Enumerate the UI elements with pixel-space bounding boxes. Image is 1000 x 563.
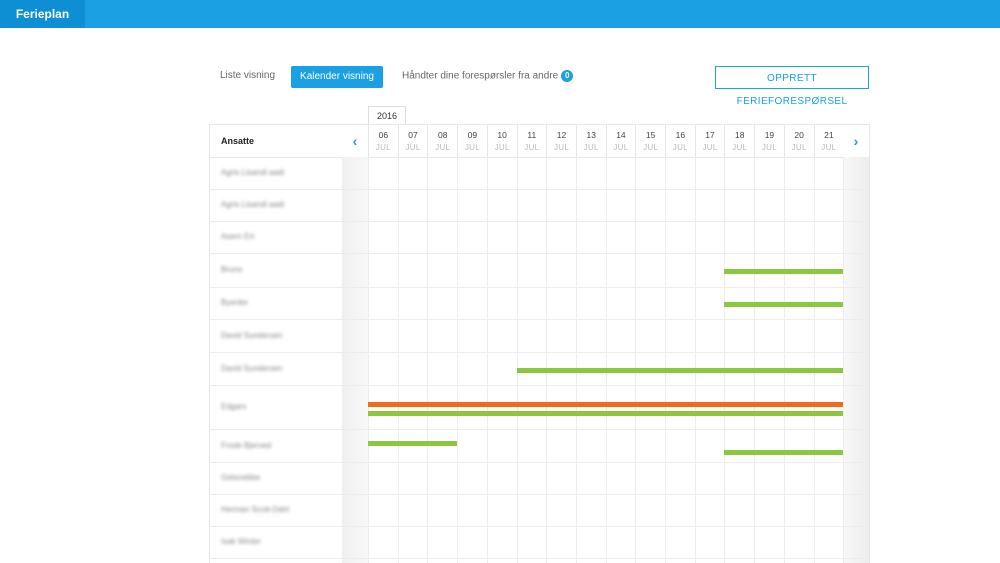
- employee-row[interactable]: Getsnebbe: [210, 463, 869, 495]
- day-month: JUL: [405, 143, 421, 152]
- day-number: 16: [675, 130, 686, 140]
- vacation-bar-approved[interactable]: [724, 449, 844, 455]
- employee-name: Agris Lisandi aadi: [221, 200, 285, 209]
- employee-name: Isak Winter: [221, 537, 262, 546]
- vacation-bar-approved[interactable]: [368, 440, 458, 446]
- day-header: 21 JUL: [813, 125, 844, 157]
- day-number: 17: [705, 130, 715, 140]
- list-view-tab[interactable]: Liste visning: [220, 70, 275, 81]
- day-month: JUL: [643, 143, 659, 152]
- app-title[interactable]: Ferieplan: [0, 0, 85, 28]
- day-header: 11 JUL: [516, 125, 547, 157]
- employee-name: David Sundersen: [221, 330, 283, 340]
- day-number: 07: [408, 130, 418, 140]
- employee-name: David Sundersen: [221, 363, 283, 373]
- vacation-bar-approved[interactable]: [368, 411, 844, 416]
- day-month: JUL: [761, 143, 777, 152]
- day-header: 15 JUL: [635, 125, 665, 157]
- day-header: 19 JUL: [754, 125, 784, 157]
- day-month: JUL: [524, 143, 540, 152]
- top-bar: Ferieplan: [0, 0, 1000, 28]
- day-number: 08: [438, 130, 448, 140]
- day-month: JUL: [732, 143, 748, 152]
- day-month: JUL: [435, 143, 451, 152]
- day-header: 18 JUL: [724, 125, 754, 157]
- employee-name: Byenke: [221, 298, 248, 307]
- vacation-bar-approved[interactable]: [724, 269, 844, 274]
- employee-row[interactable]: Asern Ert: [210, 222, 869, 254]
- employee-name: Herman Scott-Dahl: [221, 505, 290, 514]
- day-header: 13 JUL: [575, 125, 606, 157]
- employee-row[interactable]: Byenke: [210, 288, 869, 320]
- calendar-grid: Ansatte ‹ › 06 JUL 07 JUL 08 JUL 09 JUL 10 JUL 11 J…: [209, 124, 870, 563]
- employee-row[interactable]: David Sundersen: [210, 353, 869, 386]
- day-header: 07 JUL: [397, 125, 428, 157]
- day-number: 13: [586, 130, 596, 140]
- employee-row[interactable]: Isak Winter: [210, 527, 869, 559]
- create-vacation-request-button[interactable]: OPPRETT FERIEFORESPØRSEL: [715, 66, 869, 107]
- day-month: JUL: [821, 143, 837, 152]
- day-header: 14 JUL: [605, 125, 636, 157]
- day-number: 14: [616, 130, 626, 140]
- employee-column-header: Ansatte: [221, 136, 255, 146]
- day-header: 12 JUL: [546, 125, 576, 157]
- day-number: 18: [735, 130, 745, 140]
- day-month: JUL: [494, 143, 510, 152]
- day-header: 10 JUL: [486, 125, 517, 157]
- day-number: 20: [794, 130, 804, 140]
- handle-requests-link[interactable]: Håndter dine forespørsler fra andre 0: [402, 70, 574, 82]
- day-month: JUL: [791, 143, 807, 152]
- handle-requests-label: Håndter dine forespørsler fra andre: [402, 70, 559, 82]
- day-header: 17 JUL: [694, 125, 725, 157]
- day-month: JUL: [375, 143, 391, 152]
- vacation-bar-approved[interactable]: [516, 367, 844, 373]
- employee-row[interactable]: Agris Lisandi aadi: [210, 190, 869, 222]
- day-header: 16 JUL: [665, 125, 695, 157]
- day-month: JUL: [672, 143, 688, 152]
- previous-week-button[interactable]: ‹: [342, 133, 368, 149]
- employee-row[interactable]: Bruno: [210, 254, 869, 288]
- day-header: 09 JUL: [457, 125, 487, 157]
- next-week-button[interactable]: ›: [843, 133, 869, 149]
- day-month: JUL: [702, 143, 718, 152]
- employee-row[interactable]: Herman Scott-Dahl: [210, 495, 869, 527]
- day-number: 10: [497, 130, 507, 140]
- employee-row[interactable]: Frode Bjerved: [210, 430, 869, 463]
- employee-name: Frode Bjerved: [221, 440, 272, 450]
- employee-name: Getsnebbe: [221, 473, 261, 482]
- day-header: 08 JUL: [427, 125, 457, 157]
- day-number: 06: [378, 130, 389, 140]
- day-number: 12: [556, 130, 567, 140]
- vacation-bar-approved[interactable]: [724, 302, 844, 307]
- day-number: 11: [527, 130, 537, 140]
- employee-row[interactable]: Agris Lisandi aadi: [210, 157, 869, 190]
- employee-name: Asern Ert: [221, 232, 255, 241]
- day-month: JUL: [583, 143, 599, 152]
- employee-row[interactable]: David Sundersen: [210, 320, 869, 353]
- day-number: 21: [824, 130, 834, 140]
- vacation-bar-rejected[interactable]: [368, 402, 844, 407]
- day-header: 20 JUL: [783, 125, 814, 157]
- employee-name: Agris Lisandi aadi: [221, 167, 285, 177]
- calendar-view-tab[interactable]: Kalender visning: [291, 66, 383, 88]
- employee-row[interactable]: Edgars: [210, 386, 869, 430]
- day-month: JUL: [464, 143, 480, 152]
- day-number: 09: [467, 130, 478, 140]
- employee-name: Bruno: [221, 265, 243, 274]
- day-month: JUL: [613, 143, 629, 152]
- year-label: 2016: [368, 106, 406, 124]
- day-number: 15: [645, 130, 656, 140]
- requests-count-badge: 0: [561, 70, 574, 82]
- employee-name: Edgars: [221, 402, 247, 411]
- day-header: 06 JUL: [368, 125, 398, 157]
- day-number: 19: [764, 130, 775, 140]
- calendar-header-row: Ansatte ‹ › 06 JUL 07 JUL 08 JUL 09 JUL 10 JUL 11 J…: [210, 125, 869, 158]
- day-month: JUL: [553, 143, 570, 152]
